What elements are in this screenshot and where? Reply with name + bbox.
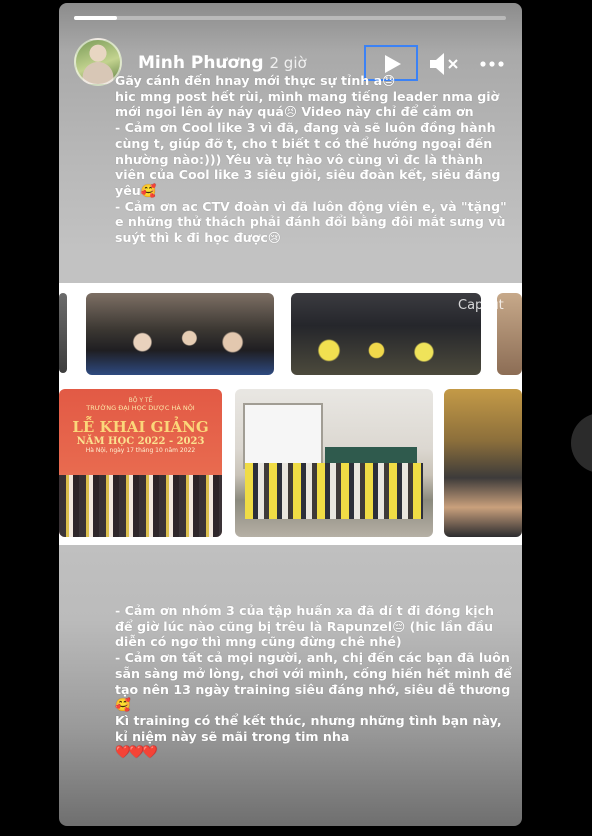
banner-line: NĂM HỌC 2022 - 2023 <box>76 436 205 447</box>
caption-line: - Cảm ơn nhóm 3 của tập huấn xa đã dí t … <box>115 603 495 618</box>
caption-line: hic mng post hết rùi, mình mang tiếng le… <box>115 88 500 104</box>
banner-line: Hà Nội, ngày 17 tháng 10 năm 2022 <box>85 447 196 454</box>
crowd <box>245 463 423 519</box>
play-icon <box>385 55 401 73</box>
caption-line: viên của Cool like 3 siêu giỏi, siêu đoà… <box>115 167 501 183</box>
photo <box>59 293 67 373</box>
caption-line: ❤️❤️❤️ <box>115 744 158 760</box>
crowd <box>59 475 222 537</box>
banner-line: BỘ Y TẾ <box>128 397 153 404</box>
story-progress-bar <box>74 16 506 20</box>
caption-bottom: - Cảm ơn nhóm 3 của tập huấn xa đã dí t … <box>115 603 515 760</box>
projector-screen <box>243 403 323 469</box>
capcut-watermark: Capcut <box>458 298 504 313</box>
author-label[interactable]: Minh Phương <box>138 53 263 73</box>
banner-title: LỄ KHAI GIẢNG <box>72 418 209 436</box>
caption-line: kỉ niệm này sẽ mãi trong tim nha <box>115 728 350 744</box>
more-horizontal-icon <box>480 61 504 67</box>
photo-opening-ceremony: BỘ Y TẾ TRƯỜNG ĐẠI HỌC DƯỢC HÀ NỘI LỄ KH… <box>59 389 222 537</box>
caption-line: cùng t, giúp đỡ t, cho t biết t có thể h… <box>115 135 493 151</box>
caption-line: suýt thì k đi học được😢 <box>115 230 281 246</box>
caption-line: - Cảm ơn ac CTV đoàn vì đã luôn động viê… <box>115 198 507 214</box>
caption-line: sẵn sàng mở lòng, chơi với mình, cống hi… <box>115 665 512 681</box>
photo-group-yellow-shirts <box>291 293 481 375</box>
photo-group-dinner <box>86 293 274 375</box>
caption-top: Gãy cánh đến hnay mới thực sự tỉnh a😓 hic… <box>115 73 515 246</box>
caption-line: - Cảm ơn Cool like 3 vì đã, đang và sẽ l… <box>115 120 496 136</box>
caption-line: 🥰 <box>115 697 131 713</box>
caption-line: tạo nên 13 ngày training siêu đáng nhớ, … <box>115 681 511 697</box>
story-viewer[interactable]: Minh Phương 2 giờ Gãy cánh đến hnay mới t… <box>59 3 522 826</box>
caption-line: mới ngoi lên áy náy quá😣 Video này chỉ đ… <box>115 104 474 120</box>
caption-line: nhường nào:))) Yêu và tự hào vô cùng vì … <box>115 151 483 167</box>
caption-line: - Cảm ơn tất cả mọi người, anh, chị đến … <box>115 650 510 666</box>
banner-line: TRƯỜNG ĐẠI HỌC DƯỢC HÀ NỘI <box>86 404 195 412</box>
caption-line: diễn có ngơ thì mng cũng đừng chê nhé) <box>115 634 402 650</box>
photo-selfie <box>444 389 522 537</box>
next-story-button[interactable] <box>571 413 592 473</box>
author-name[interactable]: Minh Phương 2 giờ <box>138 53 307 73</box>
story-progress-fill <box>74 16 118 20</box>
caption-line: Gãy cánh đến hnay mới thực sự tỉnh a😓 <box>115 73 396 88</box>
caption-line: để giờ lúc nào cũng bị trêu là Rapunzel😔… <box>115 618 494 634</box>
more-options-button[interactable] <box>479 55 505 73</box>
photo-classroom-group <box>235 389 433 537</box>
caption-line: Kì training có thể kết thúc, nhưng những… <box>115 712 502 728</box>
post-time: 2 giờ <box>269 54 307 72</box>
photo-collage: BỘ Y TẾ TRƯỜNG ĐẠI HỌC DƯỢC HÀ NỘI LỄ KH… <box>59 283 522 545</box>
caption-line: e những thử thách phải đánh đổi bằng đôi… <box>115 214 506 230</box>
ceremony-banner: BỘ Y TẾ TRƯỜNG ĐẠI HỌC DƯỢC HÀ NỘI LỄ KH… <box>59 397 222 454</box>
caption-line: yêu🥰 <box>115 182 157 198</box>
